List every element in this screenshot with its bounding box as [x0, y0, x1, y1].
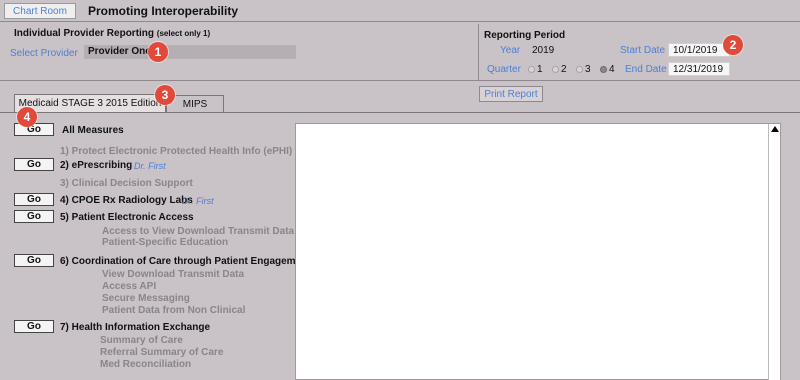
quarter-option-label: 1 [537, 64, 543, 75]
start-date-field[interactable]: 10/1/2019 [668, 43, 730, 57]
measure-6-sub-3: Secure Messaging [102, 293, 190, 304]
quarter-option-label: 4 [609, 64, 615, 75]
quarter-radio-2[interactable]: 2 [552, 64, 567, 75]
measure-6-sub-4: Patient Data from Non Clinical [102, 305, 246, 316]
measure-5-label: 5) Patient Electronic Access [60, 212, 194, 223]
quarter-radio-3[interactable]: 3 [576, 64, 591, 75]
radio-selected-icon [600, 65, 607, 73]
go-measure-6-button[interactable]: Go [14, 254, 54, 267]
go-measure-7-button[interactable]: Go [14, 320, 54, 333]
measure-4-vendor[interactable]: Dr. First [182, 196, 214, 206]
radio-icon [528, 65, 535, 73]
results-scrollbar[interactable] [768, 124, 780, 380]
callout-badge-2: 2 [723, 35, 743, 55]
measure-1-label: 1) Protect Electronic Protected Health I… [60, 146, 293, 157]
tab-mips[interactable]: MIPS [166, 95, 224, 112]
provider-value: Provider One [88, 46, 151, 57]
quarter-option-label: 2 [561, 64, 567, 75]
callout-badge-3: 3 [155, 85, 175, 105]
end-date-label: End Date [625, 64, 667, 75]
measure-7-sub-2: Referral Summary of Care [100, 347, 224, 358]
header-bottom-divider [0, 80, 800, 81]
top-bar: Chart Room Promoting Interoperability [0, 0, 800, 22]
end-date-value: 12/31/2019 [673, 64, 724, 75]
start-date-value: 10/1/2019 [673, 45, 718, 56]
provider-heading-text: Individual Provider Reporting [14, 28, 155, 39]
select-provider-label[interactable]: Select Provider [10, 48, 78, 59]
go-measure-5-button[interactable]: Go [14, 210, 54, 223]
quarter-option-label: 3 [585, 64, 591, 75]
measure-7-label: 7) Health Information Exchange [60, 322, 211, 333]
year-label: Year [500, 45, 521, 56]
start-date-label: Start Date [620, 45, 666, 56]
quarter-radio-4[interactable]: 4 [600, 64, 615, 75]
scroll-up-arrow-icon[interactable] [771, 126, 779, 132]
measure-2-vendor[interactable]: Dr. First [134, 161, 166, 171]
measure-3-label: 3) Clinical Decision Support [60, 178, 193, 189]
measure-4-label: 4) CPOE Rx Radiology Labs [60, 195, 193, 206]
provider-heading-note: (select only 1) [156, 29, 211, 38]
end-date-field[interactable]: 12/31/2019 [668, 62, 730, 76]
measure-7-sub-1: Summary of Care [100, 335, 183, 346]
quarter-label: Quarter [487, 64, 521, 75]
callout-badge-1: 1 [148, 42, 168, 62]
measure-5-sub-1: Access to View Download Transmit Data [102, 226, 295, 237]
measure-6-sub-1: View Download Transmit Data [102, 269, 245, 280]
chart-room-button[interactable]: Chart Room [4, 3, 76, 19]
tab-strip-line [0, 112, 800, 113]
radio-icon [576, 65, 583, 73]
year-value: 2019 [532, 45, 555, 56]
measure-5-sub-2: Patient-Specific Education [102, 237, 229, 248]
reporting-period-heading: Reporting Period [484, 30, 566, 41]
measure-7-sub-3: Med Reconciliation [100, 359, 192, 370]
provider-select[interactable]: Provider One [84, 45, 296, 59]
all-measures-label: All Measures [62, 125, 124, 136]
radio-icon [552, 65, 559, 73]
callout-badge-4: 4 [17, 107, 37, 127]
page-title: Promoting Interoperability [88, 4, 239, 18]
go-measure-4-button[interactable]: Go [14, 193, 54, 206]
tab-medicaid-stage3[interactable]: Medicaid STAGE 3 2015 Edition [14, 94, 166, 112]
quarter-radio-1[interactable]: 1 [528, 64, 543, 75]
header-divider [478, 24, 479, 80]
measure-results-panel[interactable] [295, 123, 781, 380]
measure-6-label: 6) Coordination of Care through Patient … [60, 256, 311, 267]
provider-heading: Individual Provider Reporting (select on… [14, 28, 210, 39]
print-report-button[interactable]: Print Report [479, 86, 543, 102]
measure-6-sub-2: Access API [102, 281, 157, 292]
measure-2-label: 2) ePrescribing [60, 160, 133, 171]
go-measure-2-button[interactable]: Go [14, 158, 54, 171]
